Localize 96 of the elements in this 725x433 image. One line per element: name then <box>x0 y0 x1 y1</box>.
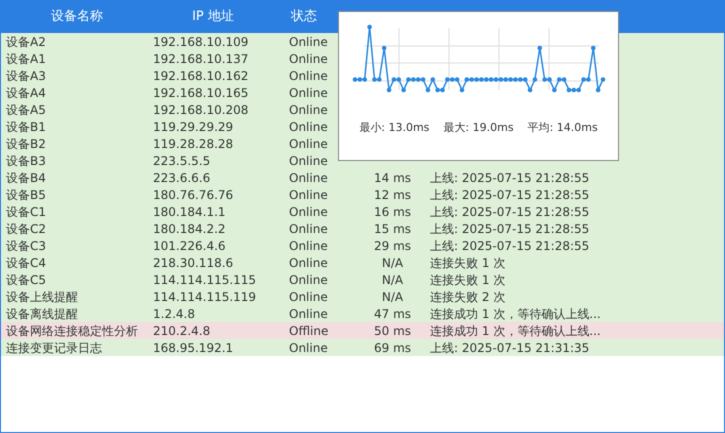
table-cell-text: Online <box>289 306 328 322</box>
table-cell-text: 180.184.2.2 <box>153 220 227 238</box>
table-cell-text: Online <box>289 170 328 186</box>
table-cell-text: 设备C1 <box>5 204 48 220</box>
table-cell-text: 设备A5 <box>5 102 47 118</box>
table-cell-text: 223.6.6.6 <box>153 170 212 186</box>
table-row[interactable]: 设备网络连接稳定性分析 210.2.4.8 Offline 50 ms 连接成功 1 次，等待确认上线... <box>1 322 724 339</box>
table-cell-text: 223.5.5.5 <box>153 152 212 170</box>
column-header: 设备名称 <box>50 8 104 26</box>
table-cell-text: N/A <box>382 272 404 288</box>
table-row[interactable]: 设备C5 114.114.115.115 Online N/A 连接失败 1 次 <box>1 271 724 288</box>
table-cell-text: 1.2.4.8 <box>153 306 196 322</box>
table-cell-text: 上线: 2025-07-15 21:28:55 <box>430 170 590 186</box>
table-cell-text: Online <box>289 254 328 272</box>
column-header: 状态 <box>290 8 318 26</box>
table-cell-text: Online <box>289 186 328 204</box>
table-cell-text: Online <box>289 50 328 68</box>
table-cell-text: 设备B1 <box>5 118 47 136</box>
table-row[interactable]: 设备C3 101.226.4.6 Online 29 ms 上线: 2025-07-15 21:28:55 <box>1 237 724 254</box>
table-cell-text: 连接变更记录日志 <box>5 340 103 356</box>
table-cell-text: 114.114.115.115 <box>153 272 258 288</box>
table-cell-text: 168.95.192.1 <box>153 340 234 356</box>
table-cell-text: 设备上线提醒 <box>5 288 79 306</box>
table-cell-text: 192.168.10.109 <box>153 34 250 50</box>
table-cell-text: 设备C5 <box>5 272 48 288</box>
table-cell-text: Online <box>289 220 328 238</box>
table-cell-text: 119.28.28.28 <box>153 136 234 152</box>
table-cell-text: 180.76.76.76 <box>153 186 234 204</box>
table-cell-text: 101.226.4.6 <box>153 238 227 254</box>
table-cell-text: 69 ms <box>374 340 412 356</box>
table-cell-text: 设备C3 <box>5 238 48 254</box>
table-cell-text: 16 ms <box>374 204 412 220</box>
table-cell-text: 设备A1 <box>5 50 47 68</box>
table-cell-text: N/A <box>382 254 404 272</box>
table-cell-text: 设备B5 <box>5 186 47 204</box>
table-cell-text: Online <box>289 136 328 152</box>
table-cell-text: Online <box>289 340 328 356</box>
table-cell-text: 设备A3 <box>5 68 47 84</box>
table-cell-text: Online <box>289 84 328 102</box>
table-cell-text: 设备B2 <box>5 136 47 152</box>
table-cell-text: 设备离线提醒 <box>5 306 79 322</box>
table-row[interactable]: 设备C1 180.184.1.1 Online 16 ms 上线: 2025-07-15 21:28:55 <box>1 203 724 220</box>
table-cell-text: Online <box>289 118 328 136</box>
table-cell-text: 上线: 2025-07-15 21:28:55 <box>430 186 590 204</box>
table-cell-text: 连接失败 1 次 <box>430 272 506 288</box>
table-cell-text: Online <box>289 238 328 254</box>
table-cell-text: 上线: 2025-07-15 21:28:55 <box>430 204 590 220</box>
table-cell-text: 连接成功 1 次，等待确认上线... <box>430 306 601 322</box>
table-cell-text: 上线: 2025-07-15 21:28:55 <box>430 220 590 238</box>
table-cell-text: 29 ms <box>374 238 412 254</box>
table-cell-text: 192.168.10.165 <box>153 84 250 102</box>
table-cell-text: Online <box>289 288 328 306</box>
table-row[interactable]: 设备B4 223.6.6.6 Online 14 ms 上线: 2025-07-15 21:28:55 <box>1 169 724 186</box>
table-cell-text: 设备C2 <box>5 220 48 238</box>
table-cell-text: 50 ms <box>374 322 412 340</box>
table-row[interactable]: 设备离线提醒 1.2.4.8 Online 47 ms 连接成功 1 次，等待确认上线... <box>1 305 724 322</box>
table-cell-text: 12 ms <box>374 186 412 204</box>
table-cell-text: Online <box>289 152 328 170</box>
table-cell-text: 14 ms <box>374 170 412 186</box>
stat-label: 最大: 19.0ms <box>443 120 514 136</box>
table-row[interactable]: 设备上线提醒 114.114.115.119 Online N/A 连接失败 2 次 <box>1 288 724 305</box>
table-cell-text: Online <box>289 34 328 50</box>
table-cell-text: Online <box>289 272 328 288</box>
table-cell-text: 设备B3 <box>5 152 47 170</box>
table-cell-text: Online <box>289 102 328 118</box>
stat-label: 最小: 13.0ms <box>359 120 430 136</box>
table-cell-text: Offline <box>289 322 328 340</box>
table-cell-text: 设备网络连接稳定性分析 <box>5 322 139 340</box>
table-cell-text: 连接成功 1 次，等待确认上线... <box>430 322 601 340</box>
table-cell-text: 设备B4 <box>5 170 47 186</box>
table-cell-text: 218.30.118.6 <box>153 254 234 272</box>
table-cell-text: 192.168.10.208 <box>153 102 250 118</box>
table-cell-text: 192.168.10.137 <box>153 50 250 68</box>
table-cell-text: 上线: 2025-07-15 21:31:35 <box>430 340 590 356</box>
table-cell-text: N/A <box>382 288 404 306</box>
table-cell-text: 设备C4 <box>5 254 48 272</box>
table-cell-text: 180.184.1.1 <box>153 204 227 220</box>
table-cell-text: 114.114.115.119 <box>153 288 258 306</box>
table-row[interactable]: 设备B5 180.76.76.76 Online 12 ms 上线: 2025-07-15 21:28:55 <box>1 186 724 203</box>
table-cell-text: 连接失败 2 次 <box>430 288 506 306</box>
table-row[interactable]: 设备C4 218.30.118.6 Online N/A 连接失败 1 次 <box>1 254 724 271</box>
table-cell-text: 192.168.10.162 <box>153 68 250 84</box>
table-cell-text: Online <box>289 68 328 84</box>
table-cell-text: 设备A2 <box>5 34 47 50</box>
table-cell-text: 119.29.29.29 <box>153 118 234 136</box>
table-cell-text: 设备A4 <box>5 84 47 102</box>
stat-label: 平均: 14.0ms <box>528 120 598 136</box>
table-cell-text: 15 ms <box>374 220 412 238</box>
table-cell-text: 连接失败 1 次 <box>430 254 506 272</box>
table-cell-text: 210.2.4.8 <box>153 322 212 340</box>
table-row[interactable]: 设备C2 180.184.2.2 Online 15 ms 上线: 2025-07-15 21:28:55 <box>1 220 724 237</box>
table-row[interactable]: 连接变更记录日志 168.95.192.1 Online 69 ms 上线: 2025-07-15 21:31:35 <box>1 339 724 356</box>
table-cell-text: 上线: 2025-07-15 21:28:55 <box>430 238 590 254</box>
column-header: IP 地址 <box>191 8 235 26</box>
table-cell-text: Online <box>289 204 328 220</box>
table-cell-text: 47 ms <box>374 306 412 322</box>
